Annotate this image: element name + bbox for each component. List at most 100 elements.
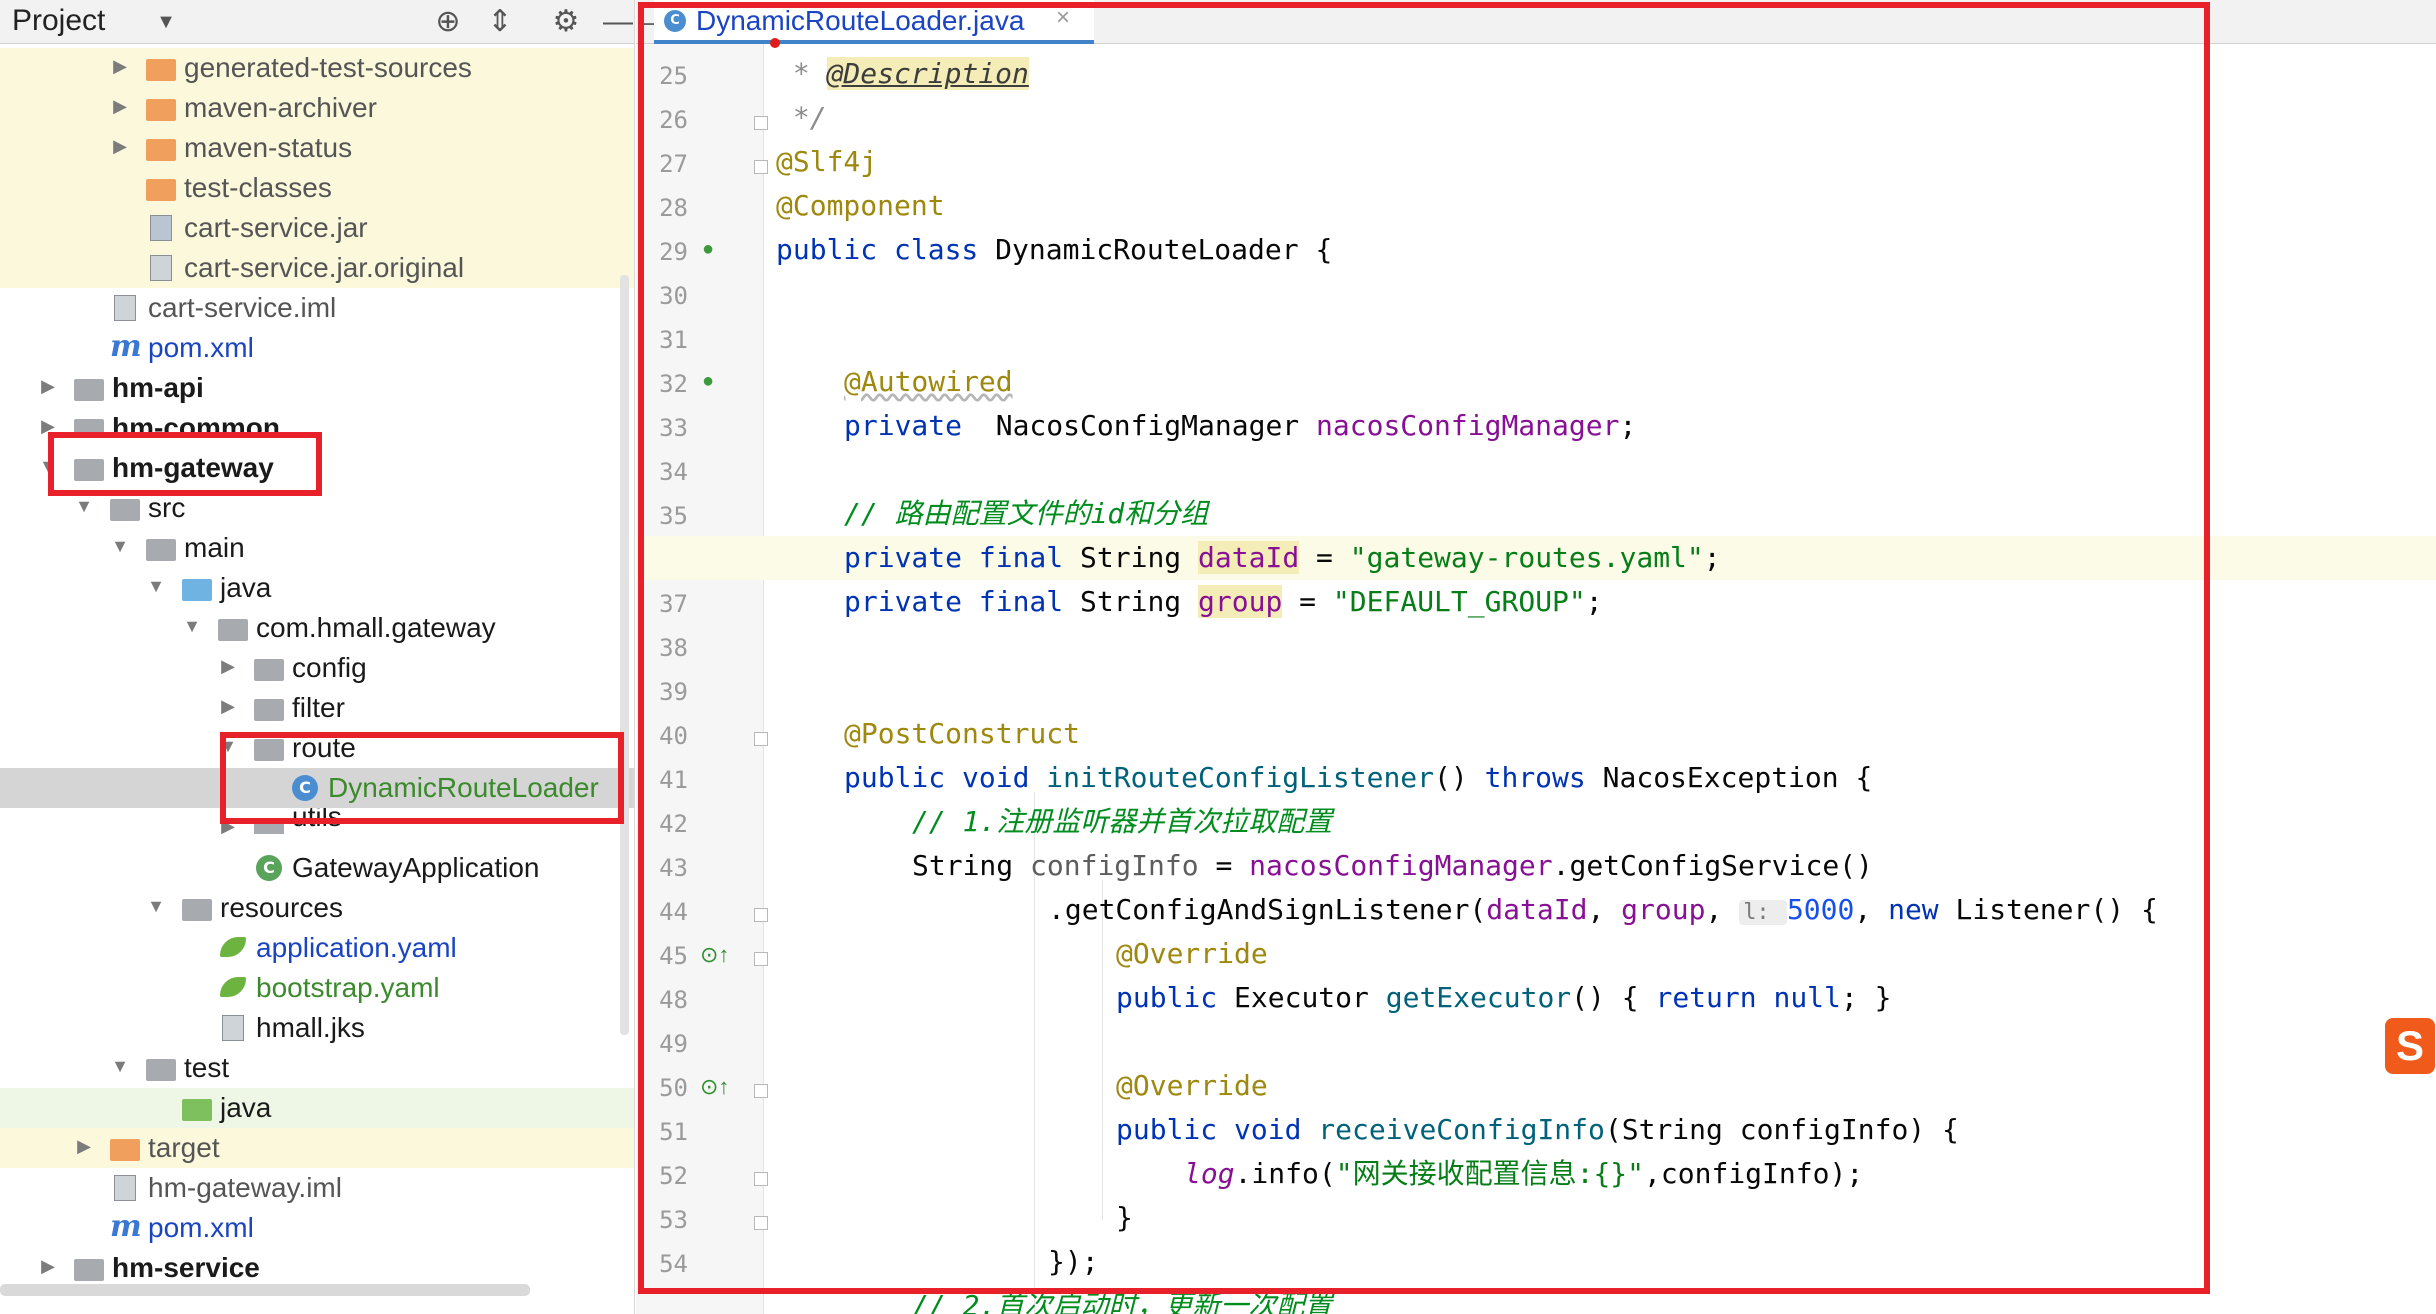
unknown-file-icon [146,255,176,281]
folder-icon [110,1135,140,1161]
unknown-file-icon [218,1015,248,1041]
tree-item-label: test-classes [184,172,332,203]
tree-item[interactable]: test-classes [0,168,634,208]
chevron-down-icon[interactable]: ▼ [108,1054,132,1078]
tree-item-label: hm-api [112,372,204,403]
tree-item-label: bootstrap.yaml [256,972,440,1003]
folder-icon [146,135,176,161]
tree-item[interactable]: ▶ config [0,648,634,688]
tree-item[interactable]: m pom.xml [0,328,634,368]
spring-boot-class-icon: C [254,855,284,881]
folder-icon [146,95,176,121]
tree-item-label: hm-service [112,1252,260,1283]
source-folder-icon [182,575,212,601]
chevron-right-icon[interactable]: ▶ [108,134,132,158]
project-tree: ▶ generated-test-sources ▶ maven-archive… [0,44,634,1284]
tree-item[interactable]: ▼ com.hmall.gateway [0,608,634,648]
tree-item[interactable]: application.yaml [0,928,634,968]
tree-item-label: pom.xml [148,332,254,363]
tree-item-label: cart-service.iml [148,292,337,323]
tree-horizontal-scrollbar[interactable] [0,1284,530,1296]
hide-panel-icon[interactable]: — [600,4,634,40]
tree-scrollbar[interactable] [620,275,629,1035]
package-icon [254,655,284,681]
tree-item-label: src [148,492,186,523]
tree-item-label: target [148,1132,220,1163]
folder-icon [146,1055,176,1081]
iml-file-icon [110,295,140,321]
chevron-right-icon[interactable]: ▶ [36,374,60,398]
jar-file-icon [146,215,176,241]
tree-item[interactable]: ▼ test [0,1048,634,1088]
locate-target-icon[interactable]: ⊕ [430,4,466,40]
chevron-down-icon[interactable]: ▼ [144,574,168,598]
tree-item[interactable]: cart-service.jar [0,208,634,248]
tree-item[interactable]: hmall.jks [0,1008,634,1048]
project-panel: Project ▼ ⊕ ⇕ ⚙ — ▶ generated-test-sourc… [0,0,635,1314]
tree-item[interactable]: bootstrap.yaml [0,968,634,1008]
chevron-down-icon[interactable]: ▼ [180,614,204,638]
tree-item[interactable]: ▶ maven-archiver [0,88,634,128]
tree-item[interactable]: hm-gateway.iml [0,1168,634,1208]
tree-item[interactable]: ▶ hm-service [0,1248,634,1288]
highlight-box-module [48,432,322,496]
chevron-right-icon[interactable]: ▶ [216,654,240,678]
project-view-title[interactable]: Project [12,4,105,38]
tree-item-label: hmall.jks [256,1012,365,1043]
highlight-box-editor [638,2,2210,1294]
tree-item-label: java [220,572,272,603]
tree-item-label: maven-status [184,132,353,163]
collapse-all-icon[interactable]: ⇕ [482,4,518,40]
chevron-right-icon[interactable]: ▶ [36,1254,60,1278]
tree-item[interactable]: ▼ main [0,528,634,568]
iml-file-icon [110,1175,140,1201]
tree-item-label: maven-archiver [184,92,377,123]
tree-item-label: GatewayApplication [292,852,540,883]
gear-icon[interactable]: ⚙ [548,4,584,40]
module-folder-icon [74,1255,104,1281]
folder-icon [146,55,176,81]
tree-item-label: hm-gateway.iml [148,1172,342,1203]
tree-item[interactable]: ▶ target [0,1128,634,1168]
tree-item[interactable]: ▼ resources [0,888,634,928]
tree-item-label: filter [292,692,345,723]
maven-file-icon: m [110,1209,142,1244]
highlight-box-class [220,732,624,824]
chevron-right-icon[interactable]: ▶ [108,94,132,118]
tree-item-label: generated-test-sources [184,52,472,83]
tree-item[interactable]: C GatewayApplication [0,848,634,888]
tree-item[interactable]: ▶ hm-api [0,368,634,408]
tree-item[interactable]: m pom.xml [0,1208,634,1248]
ime-icon[interactable]: S [2385,1018,2435,1074]
resources-folder-icon [182,895,212,921]
tree-item[interactable]: cart-service.jar.original [0,248,634,288]
test-folder-icon [182,1095,212,1121]
package-icon [218,615,248,641]
chevron-right-icon[interactable]: ▶ [108,54,132,78]
tree-item-label: application.yaml [256,932,457,963]
chevron-down-icon[interactable]: ▼ [144,894,168,918]
chevron-down-icon[interactable]: ▼ [72,494,96,518]
folder-icon [146,175,176,201]
yaml-file-icon [218,935,248,961]
tree-item[interactable]: ▼ java [0,568,634,608]
chevron-right-icon[interactable]: ▶ [216,694,240,718]
chevron-down-icon[interactable]: ▼ [148,4,184,40]
tree-item-label: resources [220,892,343,923]
tree-item-label: main [184,532,245,563]
tree-item-label: java [220,1092,272,1123]
folder-icon [146,535,176,561]
maven-file-icon: m [110,329,142,364]
package-icon [254,695,284,721]
tree-item-label: test [184,1052,230,1083]
tree-item[interactable]: java [0,1088,634,1128]
tree-item-label: pom.xml [148,1212,254,1243]
tree-item[interactable]: cart-service.iml [0,288,634,328]
tree-item[interactable]: ▶ filter [0,688,634,728]
chevron-right-icon[interactable]: ▶ [72,1134,96,1158]
tree-item[interactable]: ▶ maven-status [0,128,634,168]
tree-item-label: cart-service.jar [184,212,368,243]
tree-item-label: cart-service.jar.original [184,252,465,283]
chevron-down-icon[interactable]: ▼ [108,534,132,558]
tree-item[interactable]: ▶ generated-test-sources [0,48,634,88]
